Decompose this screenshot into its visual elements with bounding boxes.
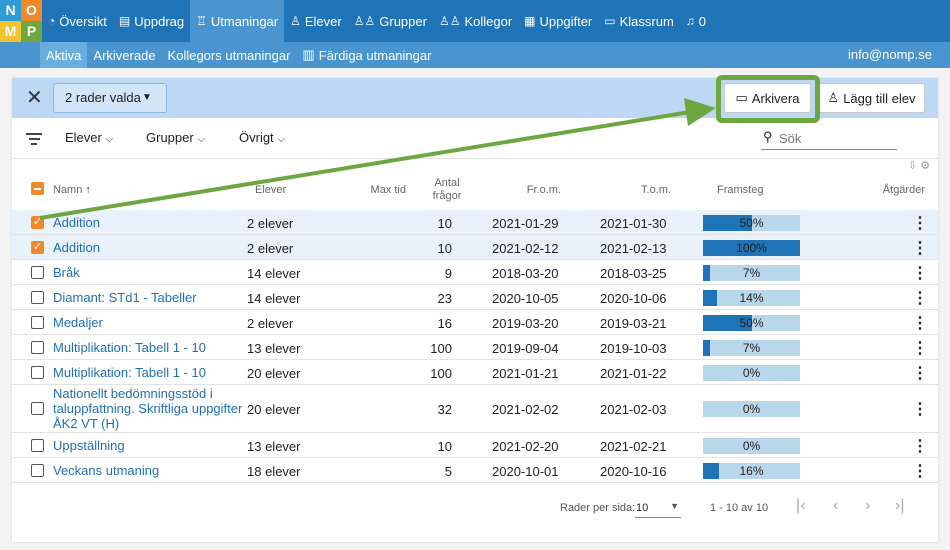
annotation-arrow	[39, 98, 716, 220]
